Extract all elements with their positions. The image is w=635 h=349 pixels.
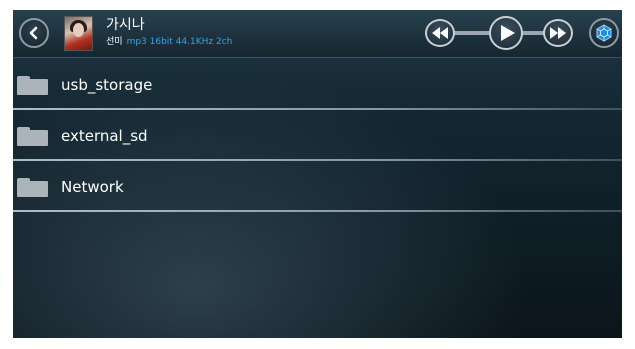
rewind-icon [432,27,448,39]
chevron-left-icon [29,26,38,40]
song-title: 가시나 [106,17,145,33]
divider [13,210,622,212]
play-icon [501,25,515,41]
hexagon-menu-icon [596,24,612,42]
album-art[interactable] [64,16,93,51]
file-list: usb_storage external_sd Network [13,59,622,212]
artist-name: 선미 [106,37,123,47]
list-item-label: Network [61,178,124,196]
back-button[interactable] [19,18,49,48]
top-bar: 가시나 선미 mp3 16bit 44.1KHz 2ch [13,10,622,58]
list-item-label: usb_storage [61,76,153,94]
menu-button[interactable] [589,18,619,48]
player-screen: 가시나 선미 mp3 16bit 44.1KHz 2ch usb_storage… [13,10,622,338]
format-info: mp3 16bit 44.1KHz 2ch [126,37,233,47]
play-button[interactable] [489,16,523,50]
song-subtitle: 선미 mp3 16bit 44.1KHz 2ch [106,37,232,48]
list-item-network[interactable]: Network [13,161,622,212]
folder-icon [17,127,48,146]
list-item-usb-storage[interactable]: usb_storage [13,59,622,110]
fast-forward-icon [550,27,566,39]
list-item-label: external_sd [61,127,148,145]
transport-controls [425,16,581,50]
fast-forward-button[interactable] [543,19,573,47]
folder-icon [17,178,48,197]
folder-icon [17,76,48,95]
list-item-external-sd[interactable]: external_sd [13,110,622,161]
rewind-button[interactable] [425,19,455,47]
